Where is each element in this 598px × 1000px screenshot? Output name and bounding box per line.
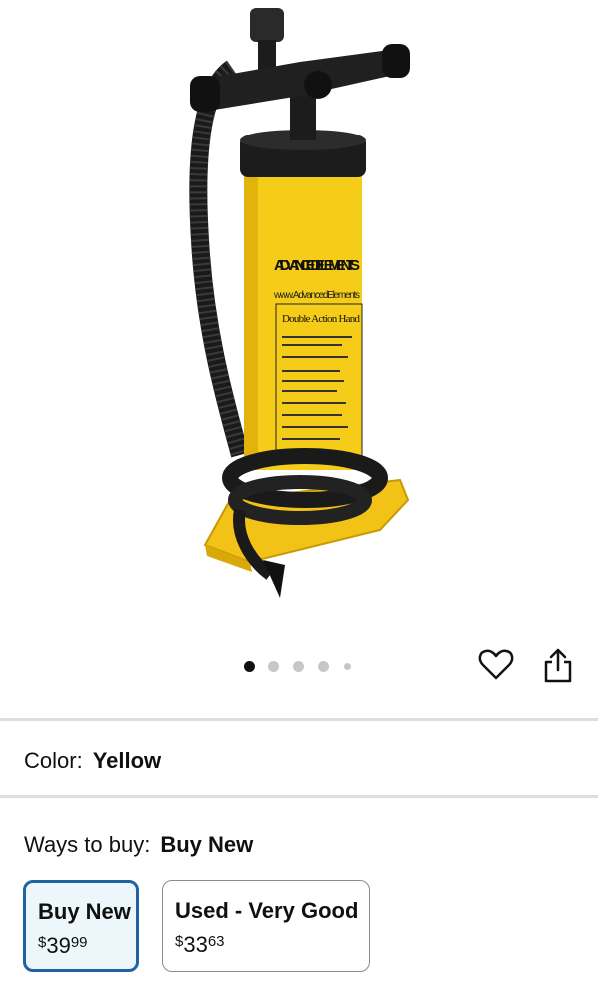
option-label: Used - Very Good (175, 898, 359, 923)
title-print: Double Action Hand (282, 313, 361, 325)
site-print: www.AdvancedElements (273, 290, 360, 301)
carousel-dot-5[interactable] (344, 663, 351, 670)
ways-to-buy: Ways to buy: Buy New (24, 832, 253, 858)
carousel-dot-1[interactable] (244, 661, 255, 672)
divider (0, 718, 598, 721)
color-label: Color: (24, 748, 83, 773)
product-image[interactable]: ADVANCED ELEMENTS www.AdvancedElements D… (0, 0, 598, 640)
option-label: Buy New (38, 899, 131, 924)
carousel-dot-4[interactable] (318, 661, 329, 672)
share-icon[interactable] (543, 648, 573, 684)
carousel-dot-2[interactable] (268, 661, 279, 672)
buy-new-option[interactable]: Buy New $3999 (23, 880, 139, 972)
divider (0, 795, 598, 798)
color-selector: Color: Yellow (24, 748, 161, 774)
used-very-good-option[interactable]: Used - Very Good $3363 (162, 880, 370, 972)
heart-icon[interactable] (478, 648, 514, 682)
ways-to-buy-value: Buy New (160, 832, 254, 857)
color-value: Yellow (92, 748, 162, 773)
option-price: $3363 (175, 932, 225, 957)
brand-print: ADVANCED ELEMENTS (274, 257, 360, 274)
ways-to-buy-label: Ways to buy: (24, 832, 151, 857)
carousel-dot-3[interactable] (293, 661, 304, 672)
option-price: $3999 (38, 933, 88, 958)
